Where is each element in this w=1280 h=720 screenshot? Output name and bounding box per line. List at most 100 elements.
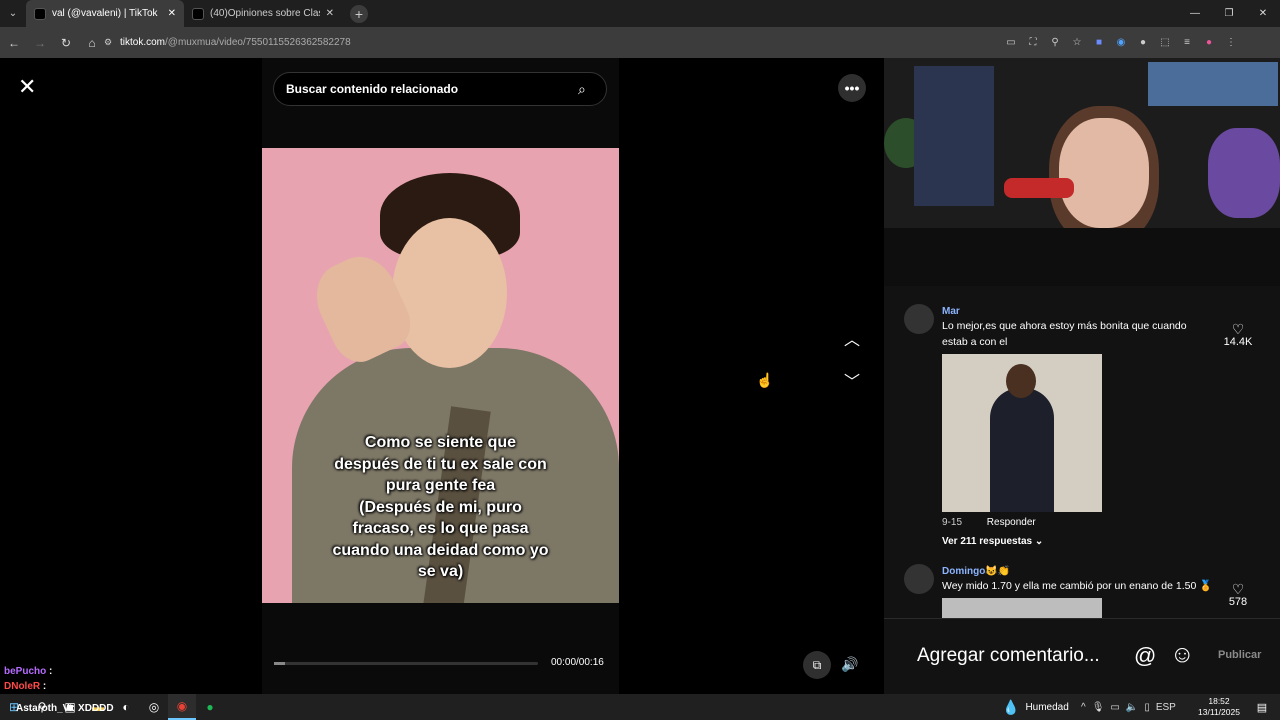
- weather-label: Humedad: [1025, 701, 1069, 713]
- video-progress-bar[interactable]: [274, 662, 538, 665]
- comment-input[interactable]: Agregar comentario...: [917, 645, 1100, 667]
- reply-button[interactable]: Responder: [987, 517, 1036, 528]
- related-search-input[interactable]: Buscar contenido relacionado ⌕: [273, 72, 607, 106]
- water-drop-icon: 💧: [1002, 698, 1020, 715]
- forward-icon[interactable]: →: [28, 31, 52, 55]
- language-indicator[interactable]: ESP: [1156, 702, 1176, 713]
- taskbar-clock[interactable]: 18:52 13/11/2025: [1196, 696, 1242, 718]
- video-progress-fill: [274, 662, 285, 665]
- tab-close-icon[interactable]: ✕: [326, 8, 334, 19]
- webcam-streamer: [1059, 118, 1149, 228]
- video-viewer: ✕ Buscar contenido relacionado ⌕ Como se…: [0, 58, 884, 694]
- tab-clash-royale[interactable]: (40)Opiniones sobre Clash Roya ✕: [184, 0, 342, 27]
- tab-tiktok[interactable]: val (@vavaleni) | TikTok ✕: [26, 0, 184, 27]
- stream-overlay-text: Astaroth_Vi: XDDDD: [16, 703, 114, 714]
- close-icon[interactable]: ✕: [18, 76, 42, 100]
- tab-search-icon[interactable]: ⌄: [0, 0, 26, 27]
- home-icon[interactable]: ⌂: [80, 31, 104, 55]
- tab-close-icon[interactable]: ✕: [168, 8, 176, 19]
- caption-line: cuando una deidad como yo: [332, 541, 549, 559]
- browser-menu-icon[interactable]: ⋮: [1220, 37, 1242, 48]
- next-video-chevron-down-icon[interactable]: ﹀: [842, 368, 862, 391]
- extension-1-icon[interactable]: ■: [1088, 37, 1110, 48]
- comment-image[interactable]: [942, 354, 1102, 512]
- volume-icon[interactable]: 🔊: [841, 656, 858, 673]
- chrome-icon[interactable]: ◉: [168, 694, 196, 720]
- close-window-icon[interactable]: ✕: [1246, 0, 1280, 27]
- clock-time: 18:52: [1208, 696, 1230, 706]
- chat-username: bePucho: [4, 666, 47, 677]
- avatar[interactable]: [904, 304, 934, 334]
- profile-avatar-icon[interactable]: ●: [1198, 37, 1220, 48]
- video-column: Buscar contenido relacionado ⌕ Como se s…: [262, 58, 619, 694]
- url-field[interactable]: ⚙ tiktok.com /@muxmua/video/755011552636…: [104, 31, 984, 54]
- zoom-icon[interactable]: ⚲: [1044, 37, 1066, 48]
- stream-webcam-overlay: [884, 58, 1280, 286]
- site-info-icon[interactable]: ⚙: [104, 37, 120, 48]
- comment-image[interactable]: [942, 598, 1102, 618]
- like-button[interactable]: ♡ 14.4K: [1214, 322, 1262, 348]
- search-icon[interactable]: ⌕: [578, 81, 594, 97]
- caption-line: se va): [417, 563, 464, 580]
- translate-icon[interactable]: ⛶: [1022, 37, 1044, 48]
- chat-username: DNoleR: [4, 681, 41, 692]
- minimize-icon[interactable]: —: [1178, 0, 1212, 27]
- mention-icon[interactable]: @: [1134, 643, 1156, 669]
- more-options-button[interactable]: •••: [838, 74, 866, 102]
- video-time: 00:00/00:16: [551, 657, 604, 668]
- battery-icon[interactable]: ▯: [1144, 702, 1150, 713]
- url-host: tiktok.com: [120, 37, 166, 48]
- tiktok-favicon-icon: [34, 7, 46, 20]
- heart-icon[interactable]: ♡: [1214, 582, 1262, 596]
- comment-text: Wey mido 1.70 y ella me cambió por un en…: [942, 580, 1213, 592]
- speaker-icon[interactable]: 🔈: [1126, 702, 1138, 713]
- extension-2-icon[interactable]: ◉: [1110, 37, 1132, 48]
- video-caption: Como se siente que después de ti tu ex s…: [302, 432, 579, 583]
- spotify-icon[interactable]: ●: [196, 694, 224, 720]
- new-tab-button[interactable]: +: [350, 4, 368, 23]
- network-icon[interactable]: ▭: [1110, 702, 1119, 713]
- mouse-pointer-icon: ☝: [756, 372, 774, 388]
- previous-video-chevron-up-icon[interactable]: ︿: [842, 326, 862, 349]
- avatar[interactable]: [904, 564, 934, 594]
- reading-list-icon[interactable]: ≡: [1176, 37, 1198, 48]
- reload-icon[interactable]: ↻: [54, 31, 78, 55]
- webcam-desk: [884, 228, 1280, 286]
- extension-3-icon[interactable]: ●: [1132, 37, 1154, 48]
- weather-widget[interactable]: 💧 Humedad: [1002, 694, 1069, 720]
- comment-username[interactable]: Mar: [942, 306, 960, 317]
- image-person-suit: [990, 388, 1054, 512]
- publish-button[interactable]: Publicar: [1218, 649, 1261, 661]
- image-person-face: [1006, 364, 1036, 398]
- windows-taskbar: ⊞ ⚲ ▣ ▬ ◐ ◎ ◉ ● Astaroth_Vi: XDDDD 💧 Hum…: [0, 694, 1280, 720]
- like-count: 14.4K: [1223, 336, 1253, 348]
- comment-text: Lo mejor,es que ahora estoy más bonita q…: [942, 320, 1187, 348]
- microphone-icon[interactable]: 🎙: [1092, 702, 1105, 713]
- picture-in-picture-button[interactable]: ⧉: [803, 651, 831, 679]
- caption-line: fracaso, es lo que pasa: [352, 520, 529, 537]
- window-controls: — ❐ ✕: [1178, 0, 1280, 27]
- heart-icon[interactable]: ♡: [1214, 322, 1262, 336]
- search-placeholder: Buscar contenido relacionado: [286, 82, 459, 96]
- extension-icons: ▭ ⛶ ⚲ ☆ ■ ◉ ● ⬚ ≡ ● ⋮: [1000, 27, 1242, 58]
- restore-icon[interactable]: ❐: [1212, 0, 1246, 27]
- view-replies-label: Ver 211 respuestas: [942, 536, 1033, 547]
- notifications-icon[interactable]: ▤: [1250, 694, 1274, 720]
- app-1-icon[interactable]: ◐: [112, 694, 140, 720]
- video-person-face: [392, 218, 507, 368]
- view-replies-button[interactable]: Ver 211 respuestas ⌄: [942, 536, 1043, 547]
- steam-icon[interactable]: ◎: [140, 694, 168, 720]
- video-frame[interactable]: Como se siente que después de ti tu ex s…: [262, 148, 619, 603]
- back-icon[interactable]: ←: [2, 31, 26, 55]
- like-button[interactable]: ♡ 578: [1214, 582, 1262, 608]
- chevron-up-icon[interactable]: ^: [1081, 702, 1086, 713]
- emoji-icon[interactable]: ☺: [1170, 641, 1195, 669]
- bookmark-star-icon[interactable]: ☆: [1066, 37, 1088, 48]
- extensions-puzzle-icon[interactable]: ⬚: [1154, 37, 1176, 48]
- comment-input-bar: Agregar comentario... @ ☺ Publicar: [884, 618, 1280, 694]
- chat-line: bePucho :: [0, 664, 100, 679]
- comments-panel: Mar Lo mejor,es que ahora estoy más boni…: [884, 286, 1280, 618]
- install-app-icon[interactable]: ▭: [1000, 37, 1022, 48]
- caption-line: pura gente fea: [385, 477, 496, 494]
- comment-username[interactable]: Domingo😺👏: [942, 566, 1010, 577]
